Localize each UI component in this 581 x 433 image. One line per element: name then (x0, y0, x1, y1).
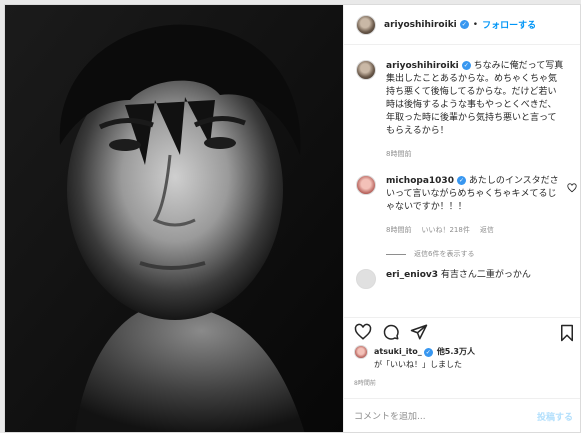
verified-badge-icon: ✓ (461, 61, 471, 70)
verified-badge-icon: ✓ (459, 20, 469, 29)
liker-avatar[interactable] (354, 345, 368, 359)
replies-divider (386, 253, 406, 255)
comment-text: 有吉さん二重がっかん (440, 270, 531, 280)
comment-item: eri_eniov3 有吉さん二重がっかん (344, 259, 580, 289)
portrait-image (5, 5, 343, 432)
likes-summary: atsuki_ito_ ✓ 他5.3万人 が「いいね！」しました (354, 345, 579, 371)
bookmark-icon[interactable] (559, 324, 575, 342)
action-bar (344, 317, 580, 345)
post-header: ariyoshihiroiki ✓ • フォローする (344, 5, 580, 45)
liker-username[interactable]: atsuki_ito_ (374, 346, 422, 358)
verified-badge-icon: ✓ (456, 176, 466, 185)
header-separator: • (472, 19, 479, 30)
post-comment-button[interactable]: 投稿する (537, 410, 573, 423)
caption-time: 8時間前 (386, 150, 412, 158)
commenter-username[interactable]: eri_eniov3 (386, 270, 438, 280)
likes-count[interactable]: 他5.3万人 (437, 346, 475, 358)
commenter-username[interactable]: michopa1030 (386, 176, 454, 186)
reply-button[interactable]: 返信 (480, 224, 494, 237)
likes-suffix: が「いいね！」しました (374, 360, 462, 369)
add-comment-bar: 投稿する (344, 398, 580, 432)
verified-badge-icon: ✓ (423, 347, 433, 357)
comment-icon[interactable] (382, 323, 400, 341)
commenter-avatar[interactable] (356, 175, 376, 195)
view-replies-button[interactable]: 返信6件を表示する (386, 249, 580, 259)
post-sidebar: ariyoshihiroiki ✓ • フォローする ariyoshihiroi… (343, 5, 580, 432)
post-time: 8時間前 (354, 380, 376, 387)
comment-like-count[interactable]: いいね！218件 (421, 224, 469, 237)
caption-avatar[interactable] (356, 60, 376, 80)
share-icon[interactable] (410, 323, 428, 341)
caption: ariyoshihiroiki ✓ ちなみに俺だって写真集出したことあるからな。め… (344, 46, 580, 161)
view-replies-label: 返信6件を表示する (414, 250, 475, 258)
comment-input[interactable] (354, 411, 537, 422)
heart-icon[interactable] (567, 183, 577, 193)
comments-list[interactable]: ariyoshihiroiki ✓ ちなみに俺だって写真集出したことあるからな。め… (344, 46, 580, 317)
comment-time: 8時間前 (386, 226, 412, 234)
heart-icon[interactable] (354, 323, 372, 341)
comment-item: michopa1030 ✓ あたしのインスタださいって言いながらめちゃくちゃキメて… (344, 161, 580, 237)
post-photo[interactable] (5, 5, 343, 432)
commenter-avatar[interactable] (356, 269, 376, 289)
caption-username[interactable]: ariyoshihiroiki (386, 61, 459, 71)
author-username[interactable]: ariyoshihiroiki (384, 20, 457, 30)
author-avatar[interactable] (356, 14, 376, 35)
caption-text: ちなみに俺だって写真集出したことあるからな。めちゃくちゃ気持ち悪くて後悔してるか… (386, 61, 564, 136)
follow-button[interactable]: フォローする (482, 18, 536, 31)
post-window: ariyoshihiroiki ✓ • フォローする ariyoshihiroi… (4, 4, 581, 433)
